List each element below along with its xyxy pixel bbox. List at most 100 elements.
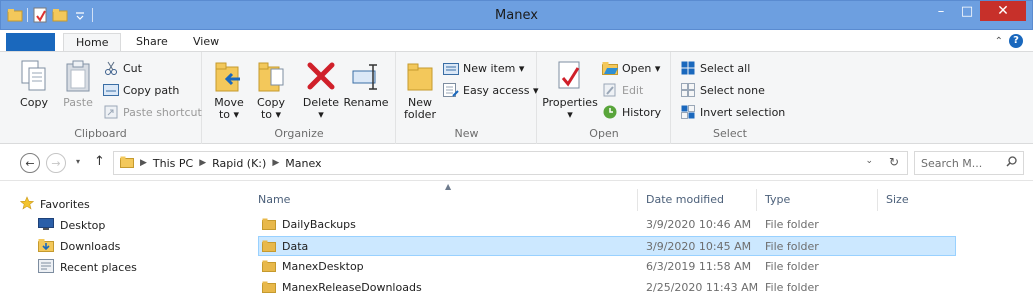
easy-access-icon — [443, 82, 459, 98]
refresh-icon[interactable]: ↻ — [889, 155, 899, 169]
select-all-button[interactable]: Select all — [680, 58, 750, 78]
paste-icon — [62, 58, 94, 94]
maximize-button[interactable]: □ — [954, 1, 980, 21]
folder-icon — [262, 281, 276, 296]
edit-button[interactable]: Edit — [602, 80, 643, 100]
column-header-name[interactable]: Name — [250, 189, 638, 211]
help-icon[interactable]: ? — [1009, 34, 1023, 48]
nav-item-desktop[interactable]: Desktop — [38, 215, 105, 235]
copy-to-icon — [255, 58, 287, 94]
nav-label-recent-places: Recent places — [60, 260, 137, 274]
column-header-date-modified[interactable]: Date modified — [638, 189, 757, 211]
properties-button[interactable]: Properties ▾ — [542, 58, 598, 121]
paste-shortcut-button[interactable]: Paste shortcut — [103, 102, 202, 122]
file-type: File folder — [765, 218, 819, 231]
chevron-right-icon[interactable]: ▶ — [199, 158, 206, 168]
tab-file[interactable] — [6, 33, 55, 52]
minimize-button[interactable]: – — [928, 1, 954, 21]
cut-label: Cut — [123, 61, 142, 75]
search-box[interactable]: Search M... — [914, 151, 1024, 175]
copy-label: Copy — [20, 96, 48, 109]
ribbon-tabs: Home Share View ⌃ ? — [0, 30, 1033, 52]
invert-selection-icon — [680, 104, 696, 120]
delete-icon — [305, 58, 337, 94]
folder-icon — [262, 260, 276, 275]
open-group-label: Open — [589, 127, 619, 140]
properties-label-2: ▾ — [567, 108, 573, 121]
tab-home[interactable]: Home — [63, 33, 122, 52]
breadcrumb-rapid-drive[interactable]: Rapid (K:) — [212, 157, 266, 170]
downloads-icon — [38, 238, 54, 255]
properties-icon — [554, 58, 586, 94]
navigation-pane: Favorites Desktop Downloads Recent place… — [0, 182, 245, 302]
scissors-icon — [103, 60, 119, 76]
recent-locations-chevron-icon[interactable]: ▾ — [76, 157, 80, 166]
nav-item-recent-places[interactable]: Recent places — [38, 257, 137, 277]
new-folder-label-2: folder — [404, 108, 436, 121]
new-folder-button[interactable]: New folder — [401, 58, 439, 121]
folder-icon — [120, 156, 134, 171]
history-label: History — [622, 105, 662, 119]
search-placeholder: Search M... — [921, 156, 983, 170]
edit-icon — [602, 82, 618, 98]
copy-button[interactable]: Copy — [14, 58, 54, 109]
tab-share[interactable]: Share — [124, 33, 180, 52]
close-button[interactable]: ✕ — [980, 1, 1026, 21]
invert-selection-button[interactable]: Invert selection — [680, 102, 785, 122]
select-none-icon — [680, 82, 696, 98]
new-folder-icon — [404, 58, 436, 94]
new-item-button[interactable]: New item ▾ — [443, 58, 524, 78]
nav-item-favorites[interactable]: Favorites — [19, 194, 90, 214]
copy-path-label: Copy path — [123, 83, 180, 97]
table-row[interactable]: ManexReleaseDownloads 2/25/2020 11:43 AM… — [258, 278, 956, 298]
open-button[interactable]: Open ▾ — [602, 58, 660, 78]
address-dropdown-icon[interactable]: ⌄ — [865, 156, 873, 166]
paste-button[interactable]: Paste — [58, 58, 98, 109]
window-controls: – □ ✕ — [928, 1, 1026, 21]
back-button[interactable]: ← — [20, 153, 40, 173]
select-none-button[interactable]: Select none — [680, 80, 765, 100]
open-icon — [602, 60, 618, 76]
delete-label-2: ▾ — [318, 108, 324, 121]
collapse-ribbon-icon[interactable]: ⌃ — [995, 36, 1003, 47]
breadcrumb-this-pc[interactable]: This PC — [153, 157, 193, 170]
move-to-label-2: to ▾ — [218, 108, 240, 121]
search-icon[interactable] — [1006, 156, 1017, 170]
column-header-type[interactable]: Type — [757, 189, 878, 211]
paste-shortcut-label: Paste shortcut — [123, 105, 202, 119]
forward-button[interactable]: → — [46, 153, 66, 173]
address-row: ← → ▾ ↑ ▶ This PC ▶ Rapid (K:) ▶ Manex ⌄… — [0, 145, 1033, 181]
chevron-right-icon[interactable]: ▶ — [140, 158, 147, 168]
cut-button[interactable]: Cut — [103, 58, 142, 78]
title-bar: Manex – □ ✕ — [0, 0, 1033, 30]
organize-group: Move to ▾ Copy to ▾ Delete ▾ Rename Orga… — [203, 52, 396, 144]
copy-path-button[interactable]: Copy path — [103, 80, 179, 100]
window-title: Manex — [495, 8, 538, 23]
tab-view[interactable]: View — [181, 33, 231, 52]
delete-button[interactable]: Delete ▾ — [301, 58, 341, 121]
invert-selection-label: Invert selection — [700, 105, 786, 119]
copy-to-button[interactable]: Copy to ▾ — [251, 58, 291, 121]
nav-label-downloads: Downloads — [60, 239, 121, 253]
table-row-selected[interactable]: Data 3/9/2020 10:45 AM File folder — [258, 236, 956, 256]
move-to-button[interactable]: Move to ▾ — [209, 58, 249, 121]
column-header-size[interactable]: Size — [878, 189, 958, 211]
file-name: Data — [282, 240, 309, 253]
file-type: File folder — [765, 281, 819, 294]
table-row[interactable]: DailyBackups 3/9/2020 10:46 AM File fold… — [258, 215, 956, 235]
history-button[interactable]: History — [602, 102, 661, 122]
ribbon: Copy Paste Cut Copy path Paste shortcut — [0, 51, 1033, 144]
up-arrow-icon[interactable]: ↑ — [94, 154, 105, 169]
select-group: Select all Select none Invert selection … — [672, 52, 788, 144]
address-bar[interactable]: ▶ This PC ▶ Rapid (K:) ▶ Manex ⌄ ↻ — [113, 151, 908, 175]
file-type: File folder — [765, 260, 819, 273]
easy-access-button[interactable]: Easy access ▾ — [443, 80, 539, 100]
rename-button[interactable]: Rename — [343, 58, 389, 109]
table-row[interactable]: ManexDesktop 6/3/2019 11:58 AM File fold… — [258, 257, 956, 277]
nav-item-downloads[interactable]: Downloads — [38, 236, 120, 256]
back-arrow-icon: ← — [25, 156, 35, 170]
breadcrumb-manex[interactable]: Manex — [285, 157, 321, 170]
file-date-modified: 3/9/2020 10:45 AM — [646, 240, 752, 253]
new-item-icon — [443, 60, 459, 76]
chevron-right-icon[interactable]: ▶ — [272, 158, 279, 168]
